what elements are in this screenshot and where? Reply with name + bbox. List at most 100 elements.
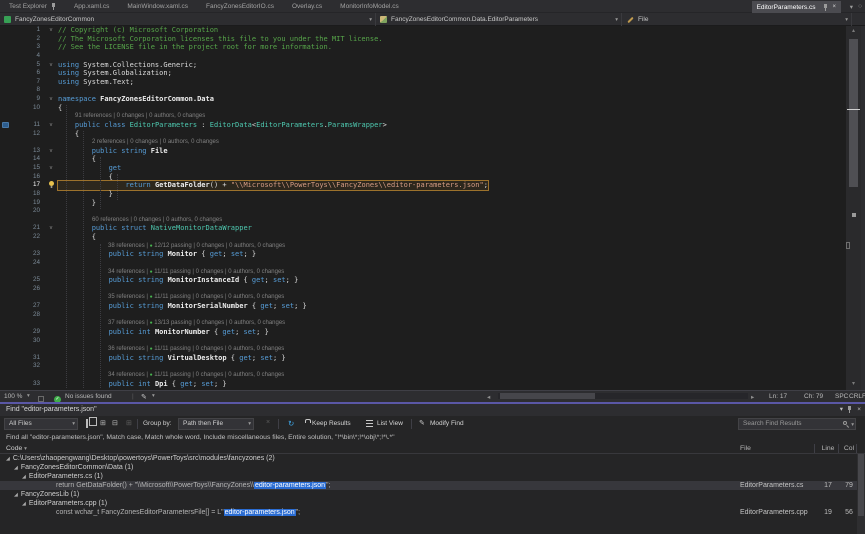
codelens-row[interactable]: 91 references | 0 changes | 0 authors, 0…: [0, 112, 846, 121]
tab-monitorinfomodel-cs[interactable]: MonitorInfoModel.cs: [331, 0, 408, 13]
keep-results-button[interactable]: Keep Results: [312, 420, 351, 427]
code-line[interactable]: 15v get: [0, 164, 846, 173]
code-line[interactable]: 13v public string File: [0, 147, 846, 156]
find-results-titlebar[interactable]: Find "editor-parameters.json" ▾ ×: [0, 404, 865, 416]
fold-chevron-icon[interactable]: v: [44, 61, 58, 70]
zoom-chevron-icon[interactable]: ▾: [27, 393, 30, 399]
code-line[interactable]: 7using System.Text;: [0, 78, 846, 87]
code-line[interactable]: 16 {: [0, 173, 846, 182]
collapse-all-icon[interactable]: ⊟: [112, 419, 118, 427]
column-separator[interactable]: [814, 444, 815, 453]
bookmark-icon[interactable]: [2, 122, 9, 128]
project-dropdown[interactable]: FancyZonesEditorCommon ▾: [0, 13, 376, 26]
pin-icon[interactable]: [51, 3, 56, 10]
codelens-row[interactable]: 35 references | ● 11/11 passing | 0 chan…: [0, 293, 846, 302]
scrollbar-thumb[interactable]: [849, 39, 858, 187]
code-line[interactable]: 5vusing System.Collections.Generic;: [0, 61, 846, 70]
column-separator[interactable]: [838, 444, 839, 453]
tab-app-xaml-cs[interactable]: App.xaml.cs: [65, 0, 118, 13]
column-header-file[interactable]: File: [740, 445, 751, 452]
close-icon[interactable]: ×: [857, 404, 861, 416]
codelens-row[interactable]: 36 references | ● 11/11 passing | 0 chan…: [0, 345, 846, 354]
fold-chevron-icon[interactable]: v: [44, 95, 58, 104]
code-line[interactable]: 31 public string VirtualDesktop { get; s…: [0, 354, 846, 363]
code-line[interactable]: 25 public string MonitorInstanceId { get…: [0, 276, 846, 285]
refresh-icon[interactable]: ↻: [288, 419, 294, 428]
code-line[interactable]: 2// The Microsoft Corporation licenses t…: [0, 35, 846, 44]
codelens-row[interactable]: 60 references | 0 changes | 0 authors, 0…: [0, 216, 846, 225]
find-result-row[interactable]: return GetDataFolder() + "\\Microsoft\\P…: [0, 481, 857, 490]
code-line[interactable]: 32: [0, 362, 846, 371]
code-line[interactable]: 26: [0, 285, 846, 294]
tab-editorparameters-cs[interactable]: EditorParameters.cs ×: [752, 1, 841, 13]
code-line[interactable]: 30: [0, 337, 846, 346]
panel-scrollbar[interactable]: [857, 454, 865, 534]
line-ending-indicator[interactable]: CRLF: [849, 393, 865, 400]
expanded-node-icon[interactable]: ◢: [22, 501, 26, 507]
find-result-row[interactable]: const wchar_t FancyZonesEditorParameters…: [0, 508, 857, 517]
tab-test-explorer[interactable]: Test Explorer: [0, 0, 65, 13]
close-icon[interactable]: ×: [832, 4, 836, 10]
scrollbar-thumb[interactable]: [858, 454, 864, 516]
code-line[interactable]: 11v public class EditorParameters : Edit…: [0, 121, 846, 130]
find-result-group[interactable]: ◢FancyZonesEditorCommon\Data (1): [0, 463, 857, 472]
find-result-group[interactable]: ◢EditorParameters.cpp (1): [0, 499, 857, 508]
pencil-icon[interactable]: ✎: [419, 419, 425, 427]
code-line[interactable]: 12 {: [0, 130, 846, 139]
issues-status[interactable]: No issues found: [65, 393, 112, 400]
pin-icon[interactable]: [823, 4, 828, 11]
code-line[interactable]: 14 {: [0, 155, 846, 164]
fold-chevron-icon[interactable]: v: [44, 121, 58, 130]
search-find-results-input[interactable]: Search Find Results ▾: [738, 418, 856, 430]
expanded-node-icon[interactable]: ◢: [6, 456, 10, 462]
expand-all-icon[interactable]: ⊞: [100, 419, 106, 427]
code-line[interactable]: 1v// Copyright (c) Microsoft Corporation: [0, 26, 846, 35]
tab-overlay-cs[interactable]: Overlay.cs: [283, 0, 331, 13]
code-line[interactable]: 28: [0, 311, 846, 320]
copy-icon[interactable]: [86, 419, 88, 428]
code-line[interactable]: 20: [0, 207, 846, 216]
code-cleanup-chevron-icon[interactable]: ▾: [152, 393, 155, 399]
code-line[interactable]: 24: [0, 259, 846, 268]
code-line[interactable]: 23 public string Monitor { get; set; }: [0, 250, 846, 259]
scroll-down-icon[interactable]: ▾: [846, 380, 861, 389]
clear-results-icon[interactable]: ⊞: [126, 419, 132, 427]
chevron-down-icon[interactable]: ▾: [851, 420, 854, 430]
scope-dropdown[interactable]: All Files ▾: [4, 418, 78, 430]
stop-search-icon[interactable]: ×: [266, 419, 270, 426]
code-filter-dropdown[interactable]: Code ▾: [6, 445, 27, 452]
tab-mainwindow-xaml-cs[interactable]: MainWindow.xaml.cs: [118, 0, 197, 13]
column-separator[interactable]: [856, 444, 857, 453]
code-line[interactable]: 21v public struct NativeMonitorDataWrapp…: [0, 224, 846, 233]
scrollbar-thumb[interactable]: [500, 393, 595, 399]
codelens-row[interactable]: 38 references | ● 12/12 passing | 0 chan…: [0, 242, 846, 251]
find-result-group[interactable]: ◢C:\Users\zhaopengwang\Desktop\powertoys…: [0, 454, 857, 463]
code-line[interactable]: 4: [0, 52, 846, 61]
tab-fancyzoneseditorio-cs[interactable]: FancyZonesEditorIO.cs: [197, 0, 283, 13]
code-line[interactable]: 8: [0, 86, 846, 95]
space-mode-indicator[interactable]: SPC: [835, 393, 848, 400]
code-line[interactable]: 17 return GetDataFolder() + "\\Microsoft…: [0, 181, 846, 190]
expanded-node-icon[interactable]: ◢: [14, 465, 18, 471]
code-line[interactable]: 3// See the LICENSE file in the project …: [0, 43, 846, 52]
member-dropdown[interactable]: File ▾: [622, 13, 852, 26]
codelens-row[interactable]: 34 references | ● 11/11 passing | 0 chan…: [0, 268, 846, 277]
hscroll-left-icon[interactable]: ◂: [487, 393, 490, 401]
expanded-node-icon[interactable]: ◢: [14, 492, 18, 498]
editor-vertical-scrollbar[interactable]: ▴ ▾: [846, 26, 861, 390]
find-result-group[interactable]: ◢EditorParameters.cs (1): [0, 472, 857, 481]
modify-find-button[interactable]: Modify Find: [430, 420, 464, 427]
codelens-row[interactable]: 34 references | ● 11/11 passing | 0 chan…: [0, 371, 846, 380]
code-line[interactable]: 10{: [0, 104, 846, 113]
find-result-group[interactable]: ◢FancyZonesLib (1): [0, 490, 857, 499]
code-cleanup-icon[interactable]: ✎: [141, 393, 147, 401]
code-line[interactable]: 33 public int Dpi { get; set; }: [0, 380, 846, 389]
code-line[interactable]: 18 }: [0, 190, 846, 199]
lightbulb-icon[interactable]: [49, 181, 54, 186]
group-by-dropdown[interactable]: Path then File ▾: [178, 418, 254, 430]
code-line[interactable]: 9vnamespace FancyZonesEditorCommon.Data: [0, 95, 846, 104]
zoom-level[interactable]: 100 %: [4, 393, 22, 400]
fold-chevron-icon[interactable]: v: [44, 164, 58, 173]
fold-chevron-icon[interactable]: v: [44, 26, 58, 35]
window-position-chevron-icon[interactable]: ▾: [840, 404, 843, 416]
